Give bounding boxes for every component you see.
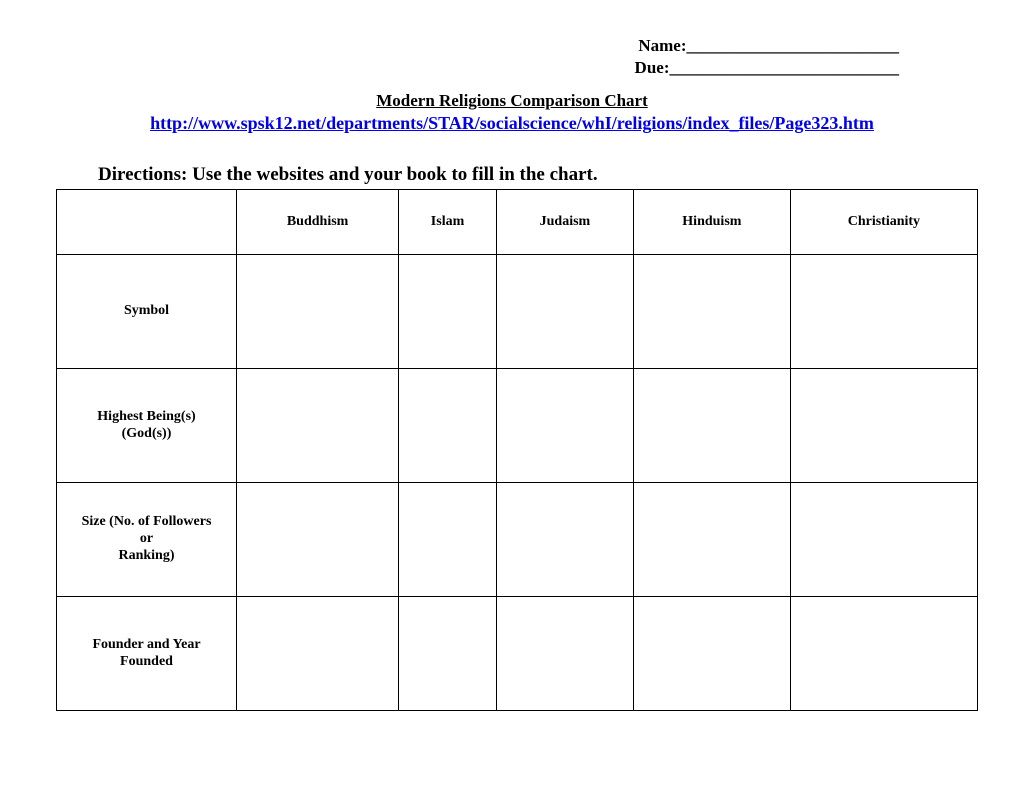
table-row: Highest Being(s)(God(s)) (57, 369, 978, 483)
table-cell (237, 483, 399, 597)
table-cell (496, 597, 633, 711)
row-label-size: Size (No. of FollowersorRanking) (57, 483, 237, 597)
table-header-christianity: Christianity (790, 190, 977, 255)
table-cell (399, 369, 497, 483)
table-cell (790, 369, 977, 483)
table-header-row: Buddhism Islam Judaism Hinduism Christia… (57, 190, 978, 255)
table-cell (496, 255, 633, 369)
row-label-founder: Founder and YearFounded (57, 597, 237, 711)
table-header-islam: Islam (399, 190, 497, 255)
table-row: Size (No. of FollowersorRanking) (57, 483, 978, 597)
reference-url-link[interactable]: http://www.spsk12.net/departments/STAR/s… (150, 113, 874, 134)
table-cell (790, 483, 977, 597)
directions-text: Directions: Use the websites and your bo… (98, 164, 974, 186)
row-label-text: Highest Being(s)(God(s)) (97, 409, 195, 441)
title-section: Modern Religions Comparison Chart http:/… (50, 91, 974, 134)
table-cell (633, 483, 790, 597)
table-cell (496, 483, 633, 597)
table-cell (237, 255, 399, 369)
table-header-judaism: Judaism (496, 190, 633, 255)
table-cell (399, 597, 497, 711)
table-cell (399, 483, 497, 597)
header-info: Name:_________________________ Due:_____… (50, 35, 974, 79)
table-cell (790, 255, 977, 369)
table-header-buddhism: Buddhism (237, 190, 399, 255)
table-cell (237, 597, 399, 711)
table-cell (633, 369, 790, 483)
comparison-chart-table: Buddhism Islam Judaism Hinduism Christia… (56, 189, 978, 711)
table-cell (237, 369, 399, 483)
table-cell (633, 255, 790, 369)
table-cell (633, 597, 790, 711)
table-cell (399, 255, 497, 369)
table-header-hinduism: Hinduism (633, 190, 790, 255)
table-cell (496, 369, 633, 483)
table-cell (790, 597, 977, 711)
table-row: Symbol (57, 255, 978, 369)
row-label-text: Size (No. of FollowersorRanking) (82, 514, 212, 563)
row-label-symbol: Symbol (57, 255, 237, 369)
due-field-label: Due:___________________________ (50, 57, 899, 79)
row-label-highest-being: Highest Being(s)(God(s)) (57, 369, 237, 483)
name-field-label: Name:_________________________ (50, 35, 899, 57)
page-title: Modern Religions Comparison Chart (50, 91, 974, 111)
row-label-text: Founder and YearFounded (92, 637, 200, 669)
table-header-blank (57, 190, 237, 255)
table-row: Founder and YearFounded (57, 597, 978, 711)
